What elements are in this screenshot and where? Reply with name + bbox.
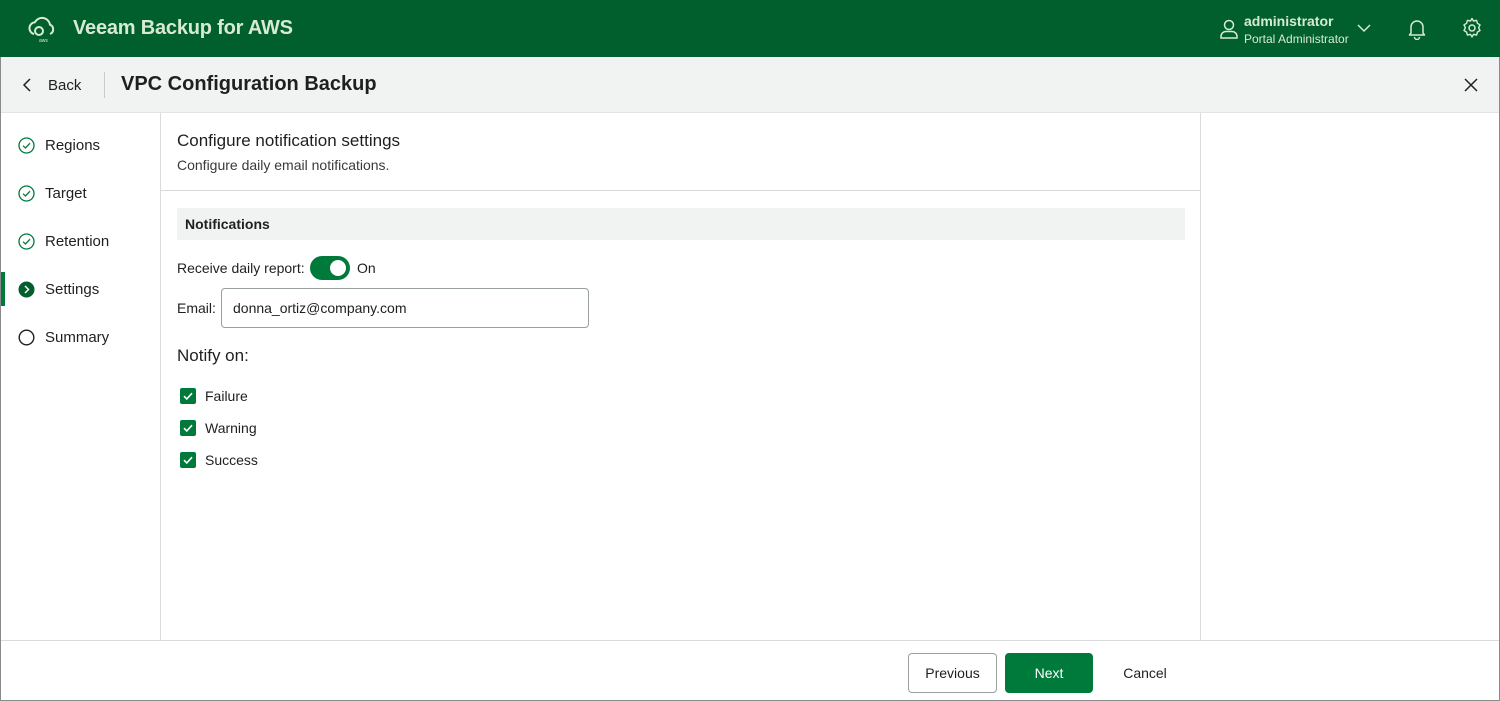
section-title: Configure notification settings [177, 131, 401, 150]
check-circle-icon [18, 185, 35, 202]
chevron-down-icon [1357, 24, 1371, 33]
svg-text:aws: aws [39, 38, 48, 44]
checkmark-icon [183, 424, 193, 433]
veeam-cloud-logo: aws [28, 16, 55, 44]
gear-icon[interactable] [1461, 17, 1483, 39]
active-step-indicator [1, 272, 5, 306]
wizard-steps: Regions Target Retention Settings Summar… [1, 113, 161, 640]
step-label: Target [45, 185, 87, 202]
checkbox-label: Failure [205, 388, 248, 404]
previous-button[interactable]: Previous [908, 653, 997, 693]
checkmark-icon [183, 456, 193, 465]
checkmark-icon [183, 392, 193, 401]
step-target[interactable]: Target [1, 176, 160, 210]
step-settings[interactable]: Settings [1, 272, 160, 306]
daily-report-label: Receive daily report: [177, 260, 305, 276]
notify-on-title: Notify on: [177, 346, 249, 365]
email-field[interactable] [221, 288, 589, 328]
main-panel: Configure notification settings Configur… [161, 113, 1201, 640]
chevron-left-icon [22, 78, 31, 92]
check-circle-icon [18, 233, 35, 250]
step-retention[interactable]: Retention [1, 224, 160, 258]
toggle-knob [330, 260, 346, 276]
user-name: administrator [1244, 13, 1334, 29]
step-label: Summary [45, 329, 110, 346]
email-label: Email: [177, 300, 216, 316]
checkbox-checked[interactable] [180, 452, 196, 468]
chevron-right-circle-icon [18, 281, 35, 298]
checkbox-checked[interactable] [180, 420, 196, 436]
section-divider [161, 190, 1201, 191]
back-label: Back [48, 76, 82, 94]
step-label: Regions [45, 137, 101, 154]
step-summary[interactable]: Summary [1, 320, 160, 354]
app-title: Veeam Backup for AWS [73, 17, 293, 39]
step-label: Settings [45, 281, 100, 298]
bell-icon[interactable] [1407, 18, 1427, 40]
step-regions[interactable]: Regions [1, 128, 160, 162]
notifications-group-header: Notifications [177, 208, 1185, 240]
wizard-footer: Previous Next Cancel [1, 640, 1499, 700]
checkbox-label: Warning [205, 420, 257, 436]
header-divider [104, 72, 105, 98]
checkbox-checked[interactable] [180, 388, 196, 404]
daily-report-toggle[interactable] [310, 256, 350, 280]
daily-report-state: On [357, 260, 376, 276]
page-header: Back VPC Configuration Backup [1, 57, 1499, 113]
step-label: Retention [45, 233, 110, 250]
empty-circle-icon [18, 329, 35, 346]
back-button[interactable]: Back [21, 57, 81, 113]
section-subtitle: Configure daily email notifications. [177, 157, 390, 173]
user-icon [1220, 19, 1238, 39]
close-icon[interactable] [1463, 77, 1479, 93]
next-button[interactable]: Next [1005, 653, 1093, 693]
checkbox-label: Success [205, 452, 258, 468]
cancel-button[interactable]: Cancel [1105, 653, 1185, 693]
check-circle-icon [18, 137, 35, 154]
app-top-bar: aws Veeam Backup for AWS administrator P… [0, 0, 1500, 57]
user-role: Portal Administrator [1244, 32, 1349, 46]
page-title: VPC Configuration Backup [121, 73, 377, 95]
